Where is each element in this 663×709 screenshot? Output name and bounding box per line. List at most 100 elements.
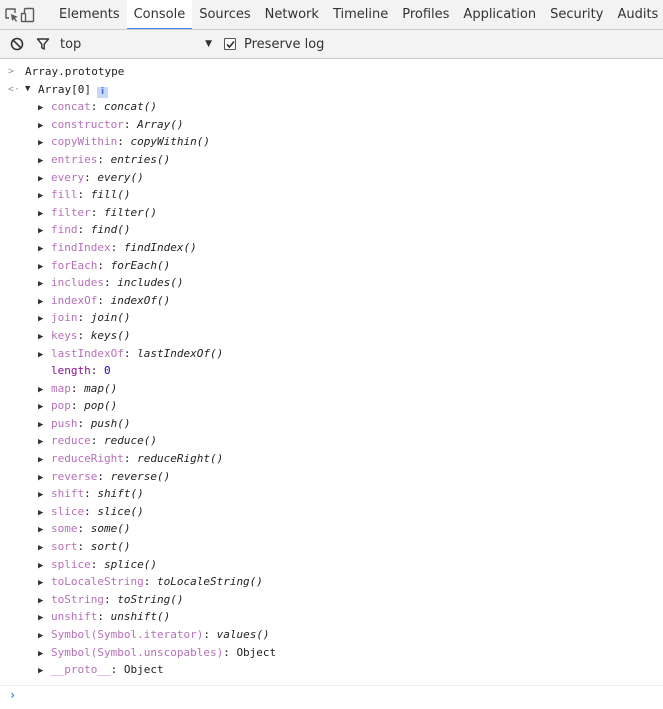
panel-tabs: Elements Console Sources Network Timeline Pro… xyxy=(52,0,663,29)
property-value: indexOf() xyxy=(110,293,171,307)
console-input-line: > Array.prototype xyxy=(0,63,663,81)
property-row: ▶ Symbol(Symbol.unscopables): Object xyxy=(0,644,663,662)
property-separator: : xyxy=(110,240,124,254)
console-prompt[interactable]: › xyxy=(0,685,663,706)
property-value: join() xyxy=(90,311,131,325)
property-value: shift() xyxy=(97,487,144,501)
property-key: sort xyxy=(51,540,78,554)
dropdown-arrow-icon: ▼ xyxy=(205,39,212,49)
property-row: ▶ indexOf: indexOf() xyxy=(0,292,663,310)
filter-icon[interactable] xyxy=(30,30,56,58)
property-key: filter xyxy=(51,205,91,219)
property-separator: : xyxy=(77,311,91,325)
property-value: entries() xyxy=(110,152,171,166)
property-key: lastIndexOf xyxy=(51,346,124,360)
property-value: reduce() xyxy=(104,434,157,448)
devtools-tabbar: Elements Console Sources Network Timeline Pro… xyxy=(0,0,663,30)
property-key: copyWithin xyxy=(51,135,118,149)
property-value: values() xyxy=(216,628,270,641)
property-key: some xyxy=(51,522,78,536)
property-row: ▶ shift: shift() xyxy=(0,485,663,503)
property-value: push() xyxy=(90,416,131,430)
property-value: copyWithin() xyxy=(130,135,210,149)
property-value: Array() xyxy=(137,117,184,131)
property-separator: : xyxy=(97,293,111,307)
tab-console[interactable]: Console xyxy=(126,0,193,29)
result-object-head[interactable]: Array[0] i xyxy=(38,81,108,99)
property-row: ▶ findIndex: findIndex() xyxy=(0,239,663,257)
property-row: ▶ toString: toString() xyxy=(0,591,663,609)
property-value: reverse() xyxy=(110,469,171,483)
preserve-log-checkbox[interactable] xyxy=(224,38,236,50)
property-separator: : xyxy=(90,434,104,448)
property-key: __proto__ xyxy=(51,663,111,677)
property-separator: : xyxy=(77,328,91,342)
property-row: ▶ reverse: reverse() xyxy=(0,468,663,486)
property-row: ▶ includes: includes() xyxy=(0,274,663,292)
property-separator: : xyxy=(90,364,104,378)
expand-arrow-icon[interactable]: ▶ xyxy=(38,663,51,681)
tab-network[interactable]: Network xyxy=(258,0,326,29)
property-value: findIndex() xyxy=(123,240,197,254)
property-separator: : xyxy=(90,557,104,571)
tab-audits[interactable]: Audits xyxy=(610,0,663,29)
property-key: reverse xyxy=(51,469,98,483)
checkmark-icon xyxy=(225,40,235,48)
tab-timeline[interactable]: Timeline xyxy=(326,0,395,29)
inspect-element-icon[interactable] xyxy=(4,0,20,29)
property-row: ▶ Symbol(Symbol.iterator): values() xyxy=(0,626,663,644)
console-output: > Array.prototype <· ▼ Array[0] i ▶ concat… xyxy=(0,59,663,709)
property-key: pop xyxy=(51,399,71,413)
property-key: forEach xyxy=(51,258,98,272)
property-separator: : xyxy=(90,100,104,114)
property-key: findIndex xyxy=(51,240,111,254)
expand-triangle-icon[interactable]: ▼ xyxy=(25,81,30,99)
property-separator: : xyxy=(97,469,111,483)
property-key: shift xyxy=(51,487,85,501)
info-icon[interactable]: i xyxy=(96,86,108,98)
tab-application[interactable]: Application xyxy=(456,0,543,29)
execution-context-select[interactable]: top ▼ xyxy=(60,37,212,52)
property-key: map xyxy=(51,381,71,395)
property-key: keys xyxy=(51,328,78,342)
property-key: fill xyxy=(51,188,78,202)
property-separator: : xyxy=(97,152,111,166)
property-separator: : xyxy=(103,592,118,606)
property-key: find xyxy=(51,223,78,237)
property-key: toLocaleString xyxy=(51,575,144,589)
property-key: push xyxy=(51,416,78,430)
property-separator: : xyxy=(77,223,91,237)
property-key: join xyxy=(51,311,78,325)
property-value: forEach() xyxy=(110,258,171,272)
property-row: ▶ constructor: Array() xyxy=(0,116,663,134)
property-key: entries xyxy=(51,152,98,166)
property-separator: : xyxy=(77,522,91,536)
property-row: ▶ slice: slice() xyxy=(0,503,663,521)
property-separator: : xyxy=(84,487,98,501)
property-key: Symbol(Symbol.unscopables) xyxy=(51,645,224,659)
property-key: reduce xyxy=(51,434,91,448)
property-value: filter() xyxy=(104,205,157,219)
clear-console-icon[interactable] xyxy=(4,30,30,58)
property-separator: : xyxy=(90,205,104,219)
property-row: ▶ join: join() xyxy=(0,309,663,327)
property-key: unshift xyxy=(51,610,98,624)
property-value: 0 xyxy=(104,364,111,378)
property-separator: : xyxy=(117,135,131,149)
property-key: indexOf xyxy=(51,293,98,307)
tab-sources[interactable]: Sources xyxy=(192,0,257,29)
preserve-log-toggle[interactable]: Preserve log xyxy=(224,37,324,52)
property-key: every xyxy=(51,170,85,184)
property-row: ▶ copyWithin: copyWithin() xyxy=(0,133,663,151)
tab-profiles[interactable]: Profiles xyxy=(395,0,456,29)
device-mode-icon[interactable] xyxy=(20,0,36,29)
property-entry[interactable]: ▶ __proto__: Object xyxy=(38,661,164,681)
property-value: some() xyxy=(90,522,131,536)
property-key: slice xyxy=(51,504,85,518)
property-list: ▶ concat: concat() ▶ constructor: Array() ▶ c… xyxy=(0,98,663,679)
tab-security[interactable]: Security xyxy=(543,0,610,29)
property-key: length xyxy=(51,364,91,378)
property-row: ▶ __proto__: Object xyxy=(0,661,663,679)
tab-elements[interactable]: Elements xyxy=(52,0,127,29)
property-row: ▶ map: map() xyxy=(0,380,663,398)
